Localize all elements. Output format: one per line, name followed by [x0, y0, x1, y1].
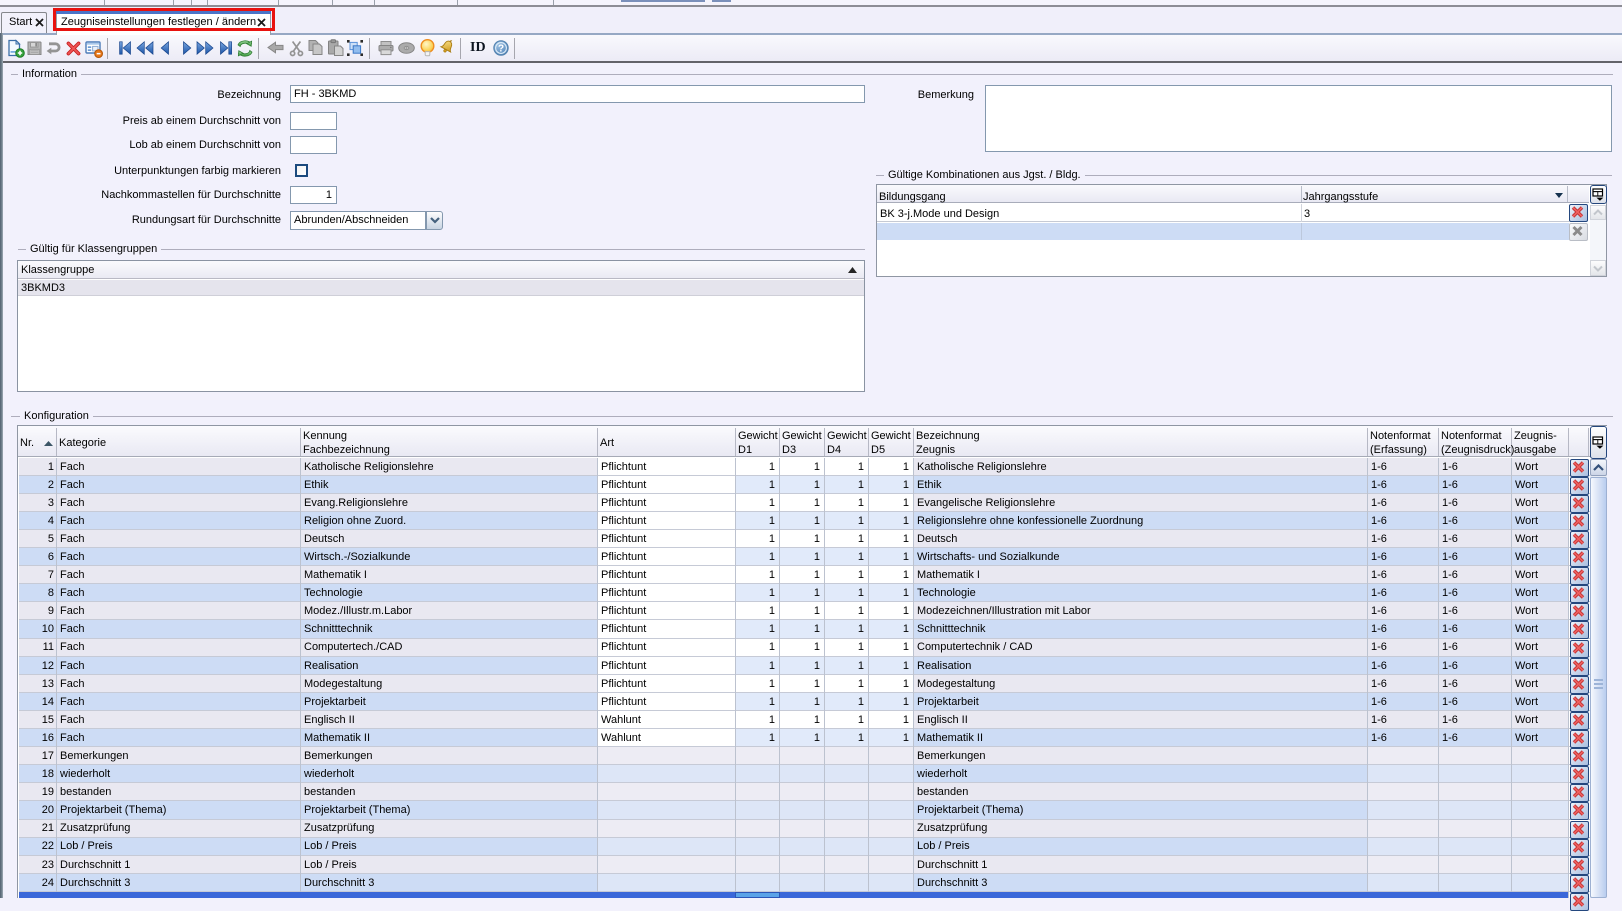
svg-text:?: ? — [498, 44, 504, 55]
